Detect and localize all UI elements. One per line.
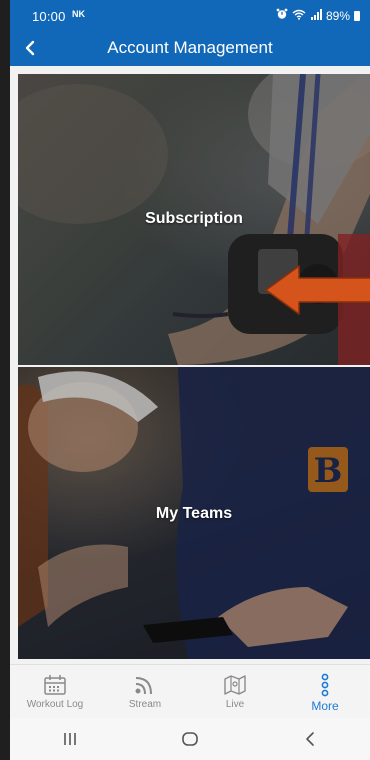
subscription-card[interactable]: Subscription <box>18 74 370 365</box>
back-icon <box>306 732 314 746</box>
header: Account Management <box>10 30 370 66</box>
battery-icon <box>354 10 360 21</box>
status-time: 10:00 <box>32 9 66 24</box>
subscription-label: Subscription <box>145 210 243 227</box>
recent-apps-button[interactable] <box>50 724 90 754</box>
nav-label: Live <box>225 699 245 710</box>
my-teams-label: My Teams <box>155 505 233 522</box>
app-bar: 10:00 NK 89% Account Management <box>10 0 370 66</box>
calendar-icon <box>43 673 67 697</box>
alarm-icon <box>276 8 288 23</box>
signal-icon <box>310 8 322 23</box>
my-teams-card[interactable]: B My Teams <box>18 367 370 659</box>
status-icons: 89% <box>276 8 360 23</box>
wifi-icon <box>292 9 306 23</box>
bottom-navigation: Workout Log Stream Live More <box>10 664 370 719</box>
pointer-arrow-icon <box>265 265 370 315</box>
phone-screen: 10:00 NK 89% Account Management Subscrip… <box>10 0 370 760</box>
page-title: Account Management <box>107 38 273 57</box>
home-button[interactable] <box>170 724 210 754</box>
system-navigation-bar <box>10 718 370 760</box>
recent-apps-icon <box>64 733 76 745</box>
battery-percent: 89% <box>325 8 350 23</box>
map-icon <box>223 673 247 697</box>
stream-icon <box>133 673 157 697</box>
nav-label: Stream <box>128 699 162 710</box>
content-area: Subscription B My Teams <box>10 66 370 664</box>
nav-label: More <box>311 699 339 713</box>
nav-workout-log[interactable]: Workout Log <box>10 665 100 719</box>
carrier-badge: NK <box>72 9 85 19</box>
system-back-button[interactable] <box>290 724 330 754</box>
more-dots-icon <box>319 673 331 697</box>
nav-stream[interactable]: Stream <box>100 665 190 719</box>
nav-more[interactable]: More <box>280 665 370 719</box>
home-icon <box>182 732 198 746</box>
nav-live[interactable]: Live <box>190 665 280 719</box>
nav-label: Workout Log <box>26 699 84 710</box>
status-bar: 10:00 NK 89% <box>10 0 370 30</box>
